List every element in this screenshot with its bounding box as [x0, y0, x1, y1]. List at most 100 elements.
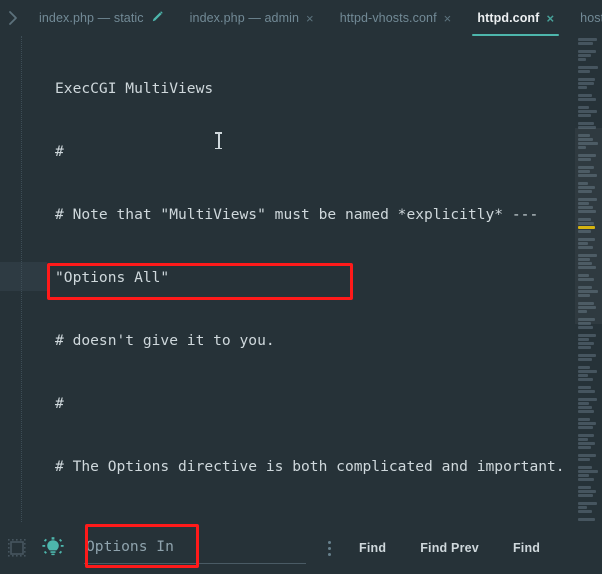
minimap-line [578, 206, 593, 209]
code-line: # The Options directive is both complica… [55, 458, 565, 475]
minimap-line [578, 222, 594, 225]
minimap[interactable] [575, 36, 602, 522]
tab-index-php-static[interactable]: index.php — static [26, 0, 177, 36]
minimap-line [578, 514, 599, 517]
minimap-line [578, 498, 599, 501]
minimap-line [578, 478, 594, 481]
close-icon[interactable]: × [444, 12, 452, 25]
minimap-line [578, 294, 591, 297]
minimap-line [578, 62, 599, 65]
find-button[interactable]: Find [342, 541, 403, 555]
minimap-line [578, 450, 599, 453]
minimap-line [578, 162, 599, 165]
minimap-line [578, 254, 597, 257]
minimap-line [578, 42, 593, 45]
minimap-line [578, 518, 595, 521]
minimap-line [578, 170, 591, 173]
minimap-line [578, 374, 588, 377]
minimap-line [578, 302, 594, 305]
minimap-line [578, 394, 599, 397]
find-bar: Find Find Prev Find [0, 522, 602, 574]
minimap-line [578, 298, 599, 301]
minimap-line [578, 230, 592, 233]
minimap-line [578, 238, 596, 241]
minimap-line [578, 234, 599, 237]
minimap-line [578, 362, 599, 365]
pencil-icon[interactable] [151, 10, 164, 26]
find-next-button[interactable]: Find [496, 541, 557, 555]
minimap-line [578, 398, 597, 401]
minimap-line [578, 494, 594, 497]
find-prev-button[interactable]: Find Prev [403, 541, 496, 555]
minimap-line [578, 46, 599, 49]
minimap-line [578, 134, 590, 137]
minimap-line [578, 38, 597, 41]
minimap-line [578, 78, 595, 81]
minimap-line [578, 138, 593, 141]
minimap-line [578, 434, 594, 437]
minimap-line [578, 438, 589, 441]
minimap-line [578, 166, 594, 169]
minimap-line [578, 334, 597, 337]
minimap-line [578, 174, 597, 177]
minimap-line [578, 58, 587, 61]
code-line: # doesn't give it to you. [55, 332, 275, 349]
minimap-line [578, 150, 599, 153]
minimap-line [578, 250, 599, 253]
tab-label: hosts [580, 10, 602, 25]
tab-label: index.php — static [39, 10, 144, 25]
minimap-line [578, 126, 596, 129]
minimap-line [578, 474, 589, 477]
minimap-line [578, 118, 599, 121]
find-input-wrapper[interactable] [78, 526, 306, 570]
minimap-line [578, 146, 587, 149]
close-icon[interactable]: × [306, 12, 314, 25]
minimap-line [578, 286, 592, 289]
minimap-line [578, 54, 591, 57]
minimap-line [578, 50, 596, 53]
tab-httpd-conf[interactable]: httpd.conf × [464, 0, 567, 36]
minimap-line [578, 314, 599, 317]
minimap-line [578, 74, 599, 77]
minimap-line [578, 422, 597, 425]
minimap-line [578, 482, 599, 485]
minimap-line [578, 310, 587, 313]
code-text-area[interactable]: ExecCGI MultiViews # # Note that "MultiV… [22, 36, 575, 522]
minimap-line [578, 346, 591, 349]
close-icon[interactable]: × [546, 12, 554, 25]
minimap-line [578, 142, 598, 145]
tab-httpd-vhosts-conf[interactable]: httpd-vhosts.conf × [327, 0, 465, 36]
minimap-line [578, 90, 599, 93]
minimap-line [578, 458, 590, 461]
minimap-line [578, 106, 589, 109]
code-line: ExecCGI MultiViews [55, 80, 214, 97]
minimap-line [578, 266, 596, 269]
minimap-line [578, 202, 590, 205]
minimap-line [578, 466, 593, 469]
minimap-line [578, 82, 594, 85]
minimap-line [578, 354, 596, 357]
chevron-right-icon[interactable] [0, 0, 26, 36]
minimap-line [578, 366, 590, 369]
minimap-line [578, 442, 596, 445]
minimap-line [578, 114, 591, 117]
find-input[interactable] [84, 532, 306, 564]
minimap-line [578, 390, 595, 393]
minimap-line [578, 338, 589, 341]
minimap-line [578, 506, 588, 509]
kebab-menu-icon[interactable] [316, 540, 342, 556]
lightbulb-icon[interactable] [38, 533, 68, 563]
tab-index-php-admin[interactable]: index.php — admin × [177, 0, 327, 36]
editor-body: ExecCGI MultiViews # # Note that "MultiV… [0, 36, 602, 522]
minimap-line [578, 186, 595, 189]
minimap-line [578, 402, 590, 405]
selection-grid-icon[interactable] [6, 537, 28, 559]
code-line: # [55, 395, 64, 412]
tab-hosts[interactable]: hosts × [567, 0, 602, 36]
code-line: # Note that "MultiViews" must be named *… [55, 206, 539, 223]
minimap-line [578, 414, 599, 417]
minimap-line [578, 158, 592, 161]
minimap-line [578, 382, 599, 385]
minimap-line [578, 386, 592, 389]
minimap-line [578, 486, 592, 489]
